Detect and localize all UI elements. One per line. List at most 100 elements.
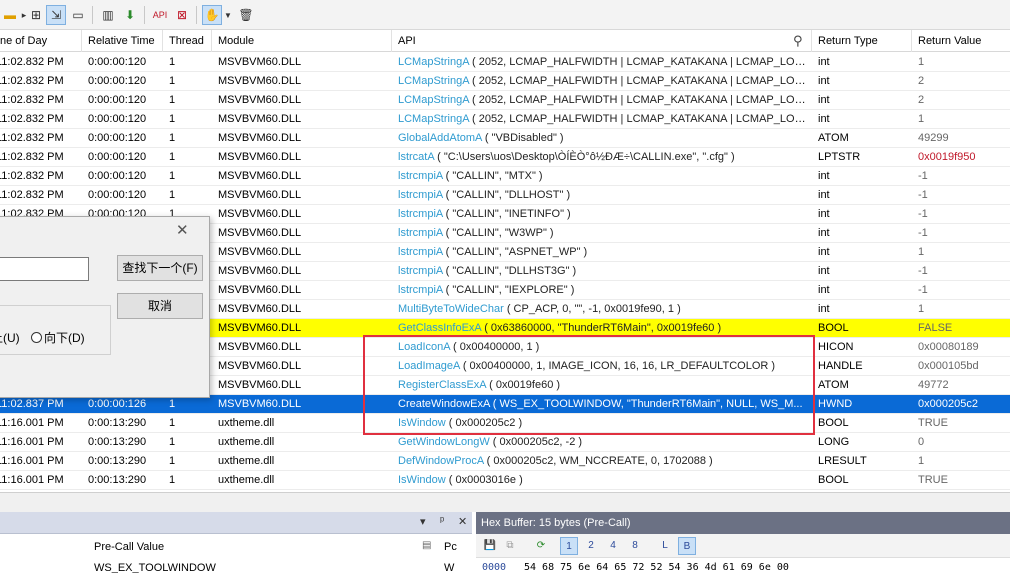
api-function-name[interactable]: GlobalAddAtomA	[398, 132, 482, 144]
api-function-name[interactable]: GetWindowLongW	[398, 436, 490, 448]
col-return-type[interactable]: Return Type	[812, 30, 912, 52]
cell-module: MSVBVM60.DLL	[218, 151, 302, 163]
cell-relative-time: 0:00:00:120	[88, 56, 147, 68]
radio-down[interactable]: 向下(D)	[31, 331, 85, 345]
table-row[interactable]: 11:16.001 PM 0:00:13:290 1 uxtheme.dll IsWin…	[0, 471, 1010, 490]
api-arguments: ( 0x0003016e )	[445, 474, 523, 486]
cell-module: MSVBVM60.DLL	[218, 56, 302, 68]
api-function-name[interactable]: lstrcmpiA	[398, 208, 443, 220]
pane-menu-icon[interactable]: ▾	[420, 515, 426, 528]
api-function-name[interactable]: lstrcmpiA	[398, 189, 443, 201]
cell-return-type: BOOL	[818, 474, 849, 486]
radio-down-label: 向下(D)	[44, 331, 85, 345]
cell-module: uxtheme.dll	[218, 417, 275, 429]
api-function-name[interactable]: RegisterClassExA	[398, 379, 486, 391]
grid-icon[interactable]: ▤	[422, 540, 431, 551]
api-icon[interactable]: API	[150, 5, 170, 25]
table-row[interactable]: 11:16.001 PM 0:00:13:290 1 uxtheme.dll IsWin…	[0, 414, 1010, 433]
dropdown-icon[interactable]: ▼	[222, 5, 234, 25]
cell-return-type: ATOM	[818, 379, 849, 391]
pin-icon[interactable]: ᵖ	[440, 515, 444, 527]
api-function-name[interactable]: LCMapStringA	[398, 113, 469, 125]
copy-icon[interactable]: ⧉	[502, 537, 518, 555]
view-4-byte-icon[interactable]: 4	[604, 537, 622, 555]
api-function-name[interactable]: LCMapStringA	[398, 75, 469, 87]
trash-icon[interactable]: 🗑	[236, 5, 256, 25]
hand-icon[interactable]: ✋	[202, 5, 222, 25]
api-function-name[interactable]: lstrcmpiA	[398, 246, 443, 258]
horizontal-scrollbar[interactable]	[0, 492, 1010, 512]
api-arguments: ( 0x00400000, 1 )	[450, 341, 540, 353]
hex-dump-line: 0000 54 68 75 6e 64 65 72 52 54 36 4d 61…	[476, 561, 1010, 573]
table-row[interactable]: 11:16.001 PM 0:00:13:290 1 uxtheme.dll GetWi…	[0, 433, 1010, 452]
cell-module: uxtheme.dll	[218, 455, 275, 467]
window-icon[interactable]: ▭	[68, 5, 88, 25]
download-icon[interactable]: ⬇	[120, 5, 140, 25]
api-function-name[interactable]: IsWindow	[398, 474, 446, 486]
filter-icon[interactable]: ⇲	[46, 5, 66, 25]
cancel-button[interactable]: 取消	[117, 293, 203, 319]
view-2-byte-icon[interactable]: 2	[582, 537, 600, 555]
post-call-header[interactable]: Pc	[444, 541, 457, 553]
hex-bytes: 54 68 75 6e 64 65 72 52 54 36 4d 61 69 6…	[524, 562, 789, 573]
pane-close-icon[interactable]: ✕	[458, 515, 467, 528]
tree-icon[interactable]: ⊞	[26, 5, 46, 25]
table-row[interactable]: 11:02.832 PM 0:00:00:120 1 MSVBVM60.DLL LCMa…	[0, 53, 1010, 72]
api-arguments: ( 0x63860000, "ThunderRT6Main", 0x0019fe…	[481, 322, 722, 334]
cell-api: lstrcatA ( "C:\Users\uos\Desktop\ÒÍÈÒ°ô½…	[392, 148, 812, 167]
delete-filter-icon[interactable]: ⊠	[172, 5, 192, 25]
api-function-name[interactable]: lstrcmpiA	[398, 265, 443, 277]
save-icon[interactable]: 💾	[482, 537, 498, 555]
api-function-name[interactable]: lstrcmpiA	[398, 284, 443, 296]
close-icon[interactable]: ✕	[176, 221, 189, 239]
api-function-name[interactable]: LoadIconA	[398, 341, 450, 353]
api-function-name[interactable]: CreateWindowExA	[398, 398, 490, 410]
little-endian-icon[interactable]: L	[656, 537, 674, 555]
api-arguments: ( 0x00400000, 1, IMAGE_ICON, 16, 16, LR_…	[459, 360, 776, 372]
api-function-name[interactable]: lstrcatA	[398, 151, 434, 163]
cell-thread: 1	[169, 151, 176, 163]
api-function-name[interactable]: GetClassInfoExA	[398, 322, 481, 334]
table-row[interactable]: 11:02.832 PM 0:00:00:120 1 MSVBVM60.DLL Glob…	[0, 129, 1010, 148]
api-function-name[interactable]: lstrcmpiA	[398, 227, 443, 239]
table-row[interactable]: 11:02.832 PM 0:00:00:120 1 MSVBVM60.DLL LCMa…	[0, 91, 1010, 110]
table-row[interactable]: 11:02.832 PM 0:00:00:120 1 MSVBVM60.DLL lstr…	[0, 148, 1010, 167]
param-value: WS_EX_TOOLWINDOW	[94, 562, 216, 573]
col-api[interactable]: API ⚲	[392, 30, 812, 52]
cell-return-type: HICON	[818, 341, 854, 353]
api-function-name[interactable]: MultiByteToWideChar	[398, 303, 504, 315]
col-time-of-day[interactable]: ne of Day	[0, 30, 82, 52]
refresh-icon[interactable]: ⟳	[532, 537, 550, 555]
pre-call-value-header[interactable]: Pre-Call Value	[94, 541, 164, 553]
table-row[interactable]: 11:02.832 PM 0:00:00:120 1 MSVBVM60.DLL LCMa…	[0, 72, 1010, 91]
big-endian-icon[interactable]: B	[678, 537, 696, 555]
find-input[interactable]	[0, 257, 89, 281]
columns-icon[interactable]: ▥	[98, 5, 118, 25]
cell-time: 11:02.832 PM	[0, 151, 64, 163]
table-row[interactable]: 11:02.832 PM 0:00:00:120 1 MSVBVM60.DLL LCMa…	[0, 110, 1010, 129]
cell-thread: 1	[169, 474, 176, 486]
radio-up[interactable]: 上(U)	[0, 331, 20, 345]
api-function-name[interactable]: DefWindowProcA	[398, 455, 484, 467]
view-8-byte-icon[interactable]: 8	[626, 537, 644, 555]
cell-return-type: int	[818, 246, 830, 258]
bottom-panes: ▾ ᵖ ✕ Pre-Call Value ▤ Pc WS_EX_TOOLWIND…	[0, 512, 1010, 573]
col-relative-time[interactable]: Relative Time	[82, 30, 163, 52]
api-function-name[interactable]: lstrcmpiA	[398, 170, 443, 182]
view-1-byte-icon[interactable]: 1	[560, 537, 578, 555]
api-function-name[interactable]: LCMapStringA	[398, 56, 469, 68]
col-return-value[interactable]: Return Value	[912, 30, 1010, 52]
search-icon[interactable]: ⚲	[793, 30, 803, 52]
col-module[interactable]: Module	[212, 30, 392, 52]
cell-return-value: 0x000205c2	[918, 398, 978, 410]
find-next-button[interactable]: 查找下一个(F)	[117, 255, 203, 281]
col-thread[interactable]: Thread	[163, 30, 212, 52]
table-row[interactable]: 11:02.832 PM 0:00:00:120 1 MSVBVM60.DLL lstr…	[0, 186, 1010, 205]
api-function-name[interactable]: LCMapStringA	[398, 94, 469, 106]
cell-api: lstrcmpiA ( "CALLIN", "IEXPLORE" )	[392, 281, 812, 300]
table-row[interactable]: 11:16.001 PM 0:00:13:290 1 uxtheme.dll DefWi…	[0, 452, 1010, 471]
radio-down-circle[interactable]	[31, 332, 43, 343]
api-function-name[interactable]: LoadImageA	[398, 360, 460, 372]
table-row[interactable]: 11:02.832 PM 0:00:00:120 1 MSVBVM60.DLL lstr…	[0, 167, 1010, 186]
api-function-name[interactable]: IsWindow	[398, 417, 446, 429]
